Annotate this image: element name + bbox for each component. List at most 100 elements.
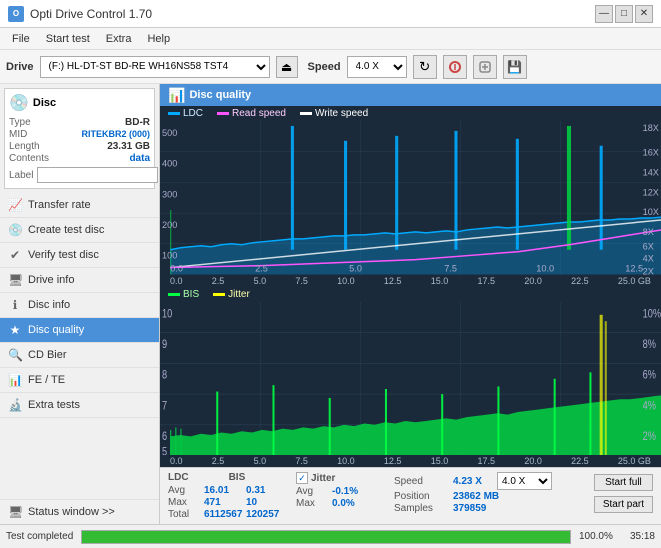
- eject-button[interactable]: ⏏: [276, 56, 298, 78]
- sidebar-item-status-window[interactable]: 🖥 Status window >>: [0, 499, 159, 524]
- speed-select[interactable]: 4.0 X 2.0 X 8.0 X: [347, 56, 407, 78]
- lower-chart-container: BIS Jitter: [160, 287, 661, 468]
- sidebar-item-drive-info[interactable]: 🖥 Drive info: [0, 268, 159, 293]
- svg-text:7.5: 7.5: [444, 264, 457, 274]
- upper-chart-area: 500 400 300 200 100 18X 16X 14X 12X 10X …: [160, 121, 661, 275]
- content-area: 📊 Disc quality LDC Read speed Write spee…: [160, 84, 661, 524]
- ldc-legend-label: LDC: [183, 108, 203, 119]
- xaxis-12-5: 12.5: [384, 276, 402, 286]
- unknown-btn1[interactable]: [443, 55, 467, 79]
- avg-label: Avg: [168, 485, 200, 496]
- fe-te-icon: 📊: [8, 373, 22, 387]
- speed-label: Speed: [308, 61, 341, 73]
- svg-text:0.0: 0.0: [170, 264, 183, 274]
- svg-text:10.0: 10.0: [536, 264, 554, 274]
- main-area: 💿 Disc Type BD-R MID RITEKBR2 (000) Leng…: [0, 84, 661, 524]
- menu-start-test[interactable]: Start test: [38, 31, 98, 47]
- bis-legend-color: [168, 293, 180, 296]
- save-button[interactable]: 💾: [503, 55, 527, 79]
- sidebar-item-fe-te[interactable]: 📊 FE / TE: [0, 368, 159, 393]
- drive-select[interactable]: (F:) HL-DT-ST BD-RE WH16NS58 TST4: [40, 56, 270, 78]
- stats-panel: LDC BIS Avg 16.01 0.31 Max 471 10 Total …: [160, 467, 661, 524]
- lower-chart-area: 10 9 8 7 6 5 10% 8% 6% 4% 2%: [160, 302, 661, 456]
- close-button[interactable]: ✕: [635, 5, 653, 23]
- speed-position-stats: Speed 4.23 X 4.0 X Position 23862 MB Sam…: [394, 472, 552, 514]
- verify-test-disc-label: Verify test disc: [28, 249, 99, 261]
- jitter-avg-label: Avg: [296, 486, 328, 497]
- bis-legend-label: BIS: [183, 289, 199, 300]
- svg-text:12.5: 12.5: [625, 264, 643, 274]
- max-label: Max: [168, 497, 200, 508]
- label-input[interactable]: [37, 167, 158, 183]
- mid-label: MID: [9, 129, 27, 140]
- position-row: Position 23862 MB: [394, 491, 552, 502]
- chart-header: 📊 Disc quality: [160, 84, 661, 106]
- svg-text:400: 400: [162, 159, 177, 169]
- read-speed-legend-label: Read speed: [232, 108, 286, 119]
- disc-quality-icon: ★: [8, 323, 22, 337]
- total-row: Total 6112567 120257: [168, 509, 288, 520]
- sidebar-item-create-test-disc[interactable]: 💿 Create test disc: [0, 218, 159, 243]
- jitter-avg-row: Avg -0.1%: [296, 486, 386, 497]
- upper-chart-svg: 500 400 300 200 100 18X 16X 14X 12X 10X …: [160, 121, 661, 275]
- svg-text:14X: 14X: [643, 168, 659, 178]
- upper-xaxis-labels: 0.0 2.5 5.0 7.5 10.0 12.5 15.0 17.5 20.0…: [160, 275, 661, 287]
- lower-xaxis-2-5: 2.5: [212, 456, 225, 466]
- legend-write-speed: Write speed: [300, 108, 368, 119]
- chart-header-icon: 📊: [168, 87, 185, 104]
- window-controls: — □ ✕: [595, 5, 653, 23]
- menu-extra[interactable]: Extra: [98, 31, 140, 47]
- ldc-legend-color: [168, 112, 180, 115]
- lower-xaxis-labels: 0.0 2.5 5.0 7.5 10.0 12.5 15.0 17.5 20.0…: [160, 455, 661, 467]
- unknown-btn2[interactable]: [473, 55, 497, 79]
- position-value: 23862 MB: [453, 491, 499, 502]
- lower-xaxis-17-5: 17.5: [478, 456, 496, 466]
- jitter-header: Jitter: [311, 473, 335, 484]
- lower-xaxis-10: 10.0: [337, 456, 355, 466]
- start-part-button[interactable]: Start part: [594, 496, 653, 513]
- drive-info-icon: 🖥: [8, 273, 22, 287]
- menu-file[interactable]: File: [4, 31, 38, 47]
- avg-ldc: 16.01: [204, 485, 242, 496]
- jitter-checkbox[interactable]: ✓: [296, 472, 308, 484]
- svg-text:4%: 4%: [643, 400, 656, 412]
- ldc-bis-stats: LDC BIS Avg 16.01 0.31 Max 471 10 Total …: [168, 472, 288, 520]
- svg-text:10: 10: [162, 308, 172, 320]
- restore-button[interactable]: □: [615, 5, 633, 23]
- sidebar-item-cd-bier[interactable]: 🔍 CD Bier: [0, 343, 159, 368]
- lower-chart-svg: 10 9 8 7 6 5 10% 8% 6% 4% 2%: [160, 302, 661, 456]
- svg-text:10%: 10%: [643, 308, 661, 320]
- write-speed-legend-label: Write speed: [315, 108, 368, 119]
- menu-help[interactable]: Help: [139, 31, 178, 47]
- refresh-button[interactable]: ↻: [413, 55, 437, 79]
- time-text: 35:18: [630, 531, 655, 542]
- svg-text:8X: 8X: [643, 227, 654, 237]
- sidebar-item-extra-tests[interactable]: 🔬 Extra tests: [0, 393, 159, 418]
- svg-text:9: 9: [162, 339, 167, 351]
- xaxis-25: 25.0 GB: [618, 276, 651, 286]
- sidebar-item-transfer-rate[interactable]: 📈 Transfer rate: [0, 193, 159, 218]
- svg-text:6X: 6X: [643, 242, 654, 252]
- svg-text:5.0: 5.0: [349, 264, 362, 274]
- toolbar: Drive (F:) HL-DT-ST BD-RE WH16NS58 TST4 …: [0, 50, 661, 84]
- progress-bar-fill: [82, 531, 570, 543]
- status-window-label: Status window >>: [28, 506, 115, 518]
- minimize-button[interactable]: —: [595, 5, 613, 23]
- legend-bis: BIS: [168, 289, 199, 300]
- start-full-button[interactable]: Start full: [594, 474, 653, 491]
- xaxis-5: 5.0: [254, 276, 267, 286]
- sidebar-item-disc-quality[interactable]: ★ Disc quality: [0, 318, 159, 343]
- sidebar-item-disc-info[interactable]: ℹ Disc info: [0, 293, 159, 318]
- lower-xaxis-7-5: 7.5: [295, 456, 308, 466]
- progress-text: 100.0%: [579, 531, 614, 542]
- disc-section-title: Disc: [33, 97, 56, 109]
- speed-stat-select[interactable]: 4.0 X: [497, 472, 552, 490]
- total-bis: 120257: [246, 509, 279, 520]
- status-bar-left: Test completed 100.0%: [6, 530, 614, 544]
- progress-bar-container: [81, 530, 571, 544]
- avg-bis: 0.31: [246, 485, 265, 496]
- menu-bar: File Start test Extra Help: [0, 28, 661, 50]
- svg-text:16X: 16X: [643, 148, 659, 158]
- jitter-stats: ✓ Jitter Avg -0.1% Max 0.0%: [296, 472, 386, 509]
- sidebar-item-verify-test-disc[interactable]: ✔ Verify test disc: [0, 243, 159, 268]
